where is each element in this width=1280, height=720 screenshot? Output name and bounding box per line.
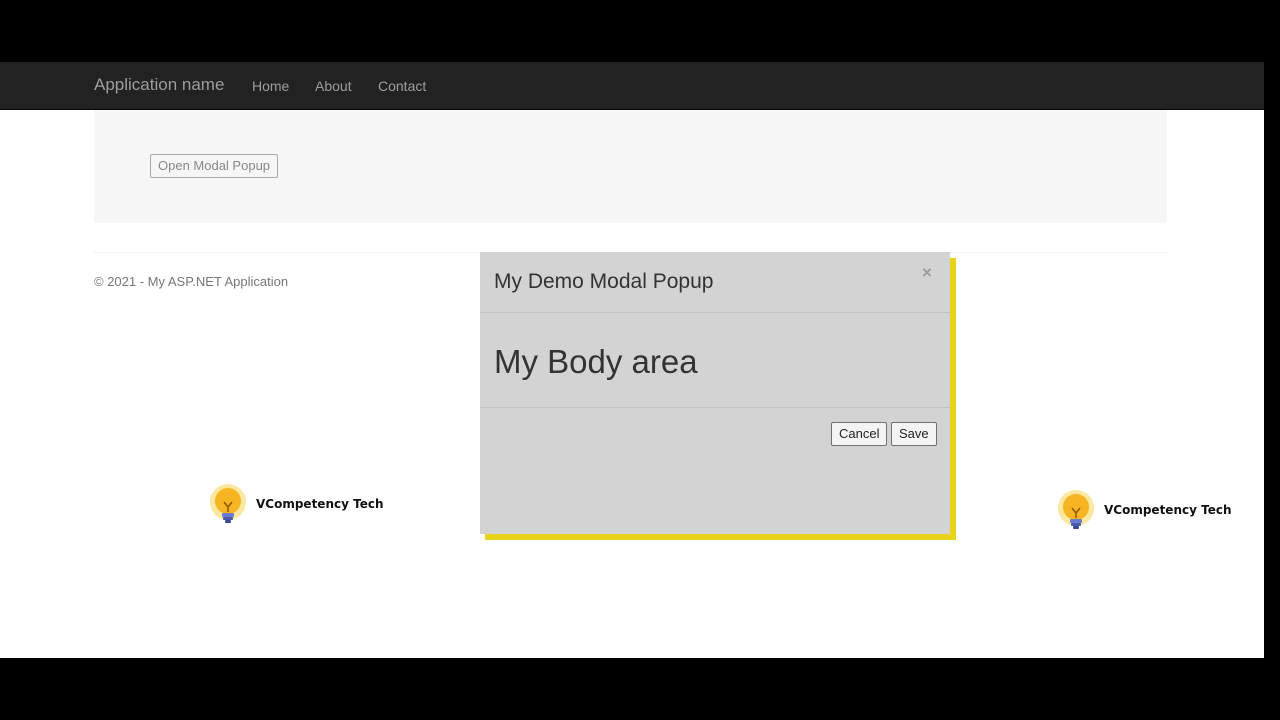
modal-header: My Demo Modal Popup × (480, 252, 950, 313)
footer-copyright: © 2021 - My ASP.NET Application (94, 274, 289, 289)
nav-link-home[interactable]: Home (252, 78, 289, 94)
nav-link-contact[interactable]: Contact (378, 78, 426, 94)
browser-viewport: Application name Home About Contact Open… (0, 62, 1264, 658)
navbar: Application name Home About Contact (0, 62, 1264, 110)
watermark-logo-right: VCompetency Tech (1056, 488, 1232, 532)
open-modal-button[interactable]: Open Modal Popup (150, 154, 279, 178)
lightbulb-icon (210, 484, 246, 523)
lightbulb-icon (1058, 490, 1094, 529)
modal-body: My Body area (480, 313, 950, 408)
watermark-logo-left: VCompetency Tech (208, 482, 384, 526)
close-icon[interactable]: × (922, 263, 932, 283)
modal-dialog: My Demo Modal Popup × My Body area Cance… (480, 252, 950, 534)
navbar-brand[interactable]: Application name (94, 75, 224, 95)
modal-body-text: My Body area (494, 343, 698, 380)
save-button[interactable]: Save (891, 422, 937, 446)
jumbotron: Open Modal Popup (94, 110, 1167, 223)
cancel-button[interactable]: Cancel (831, 422, 888, 446)
watermark-text-left: VCompetency Tech (256, 497, 384, 511)
watermark-text-right: VCompetency Tech (1104, 503, 1232, 517)
nav-link-about[interactable]: About (315, 78, 352, 94)
modal-title: My Demo Modal Popup (494, 270, 714, 293)
